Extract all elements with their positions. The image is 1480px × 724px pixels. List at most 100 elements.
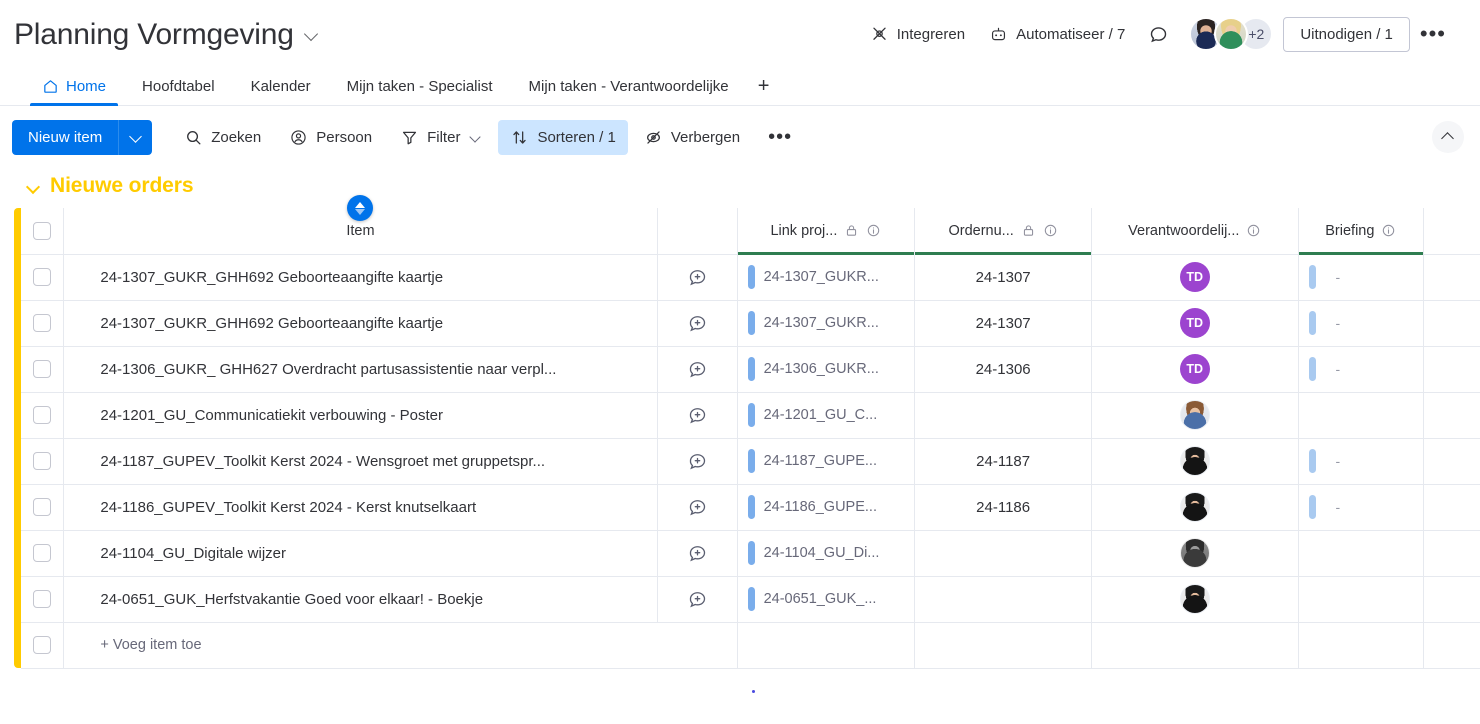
column-header-next-partial[interactable] xyxy=(1424,208,1480,254)
avatar[interactable]: TD xyxy=(1180,308,1210,338)
briefing-cell[interactable]: - xyxy=(1298,254,1424,300)
verantwoordelijke-cell[interactable] xyxy=(1092,392,1298,438)
add-comment-icon[interactable] xyxy=(687,313,708,334)
verantwoordelijke-cell[interactable]: TD xyxy=(1092,346,1298,392)
item-name-cell[interactable]: 24-1104_GU_Digitale wijzer xyxy=(64,530,657,576)
item-name-cell[interactable]: 24-0651_GUK_Herfstvakantie Goed voor elk… xyxy=(64,576,657,622)
briefing-cell[interactable] xyxy=(1298,530,1424,576)
link-pill[interactable] xyxy=(748,357,755,381)
add-view-button[interactable]: + xyxy=(747,68,781,105)
row-checkbox[interactable] xyxy=(33,544,51,562)
link-project-cell[interactable]: 24-1306_GUKR... xyxy=(737,346,915,392)
item-name-cell[interactable]: 24-1307_GUKR_GHH692 Geboorteaangifte kaa… xyxy=(64,254,657,300)
row-select-cell[interactable] xyxy=(21,484,63,530)
automate-button[interactable]: Automatiseer / 7 xyxy=(977,19,1137,50)
filter-button[interactable]: Filter xyxy=(388,120,494,155)
next-column-cell[interactable] xyxy=(1424,346,1480,392)
link-pill[interactable] xyxy=(748,587,755,611)
member-avatars[interactable]: +2 xyxy=(1189,17,1273,51)
table-row[interactable]: 24-1104_GU_Digitale wijzer24-1104_GU_Di.… xyxy=(14,530,1480,576)
ordernummer-cell[interactable] xyxy=(915,530,1092,576)
row-chat-cell[interactable] xyxy=(657,254,737,300)
table-row[interactable]: 24-1306_GUKR_ GHH627 Overdracht partusas… xyxy=(14,346,1480,392)
row-checkbox[interactable] xyxy=(33,452,51,470)
row-chat-cell[interactable] xyxy=(657,438,737,484)
board-title-chevron-down-icon[interactable] xyxy=(304,26,320,42)
add-comment-icon[interactable] xyxy=(687,451,708,472)
row-select-cell[interactable] xyxy=(21,438,63,484)
add-comment-icon[interactable] xyxy=(687,589,708,610)
sort-button[interactable]: Sorteren / 1 xyxy=(498,120,627,155)
ordernummer-cell[interactable]: 24-1186 xyxy=(915,484,1092,530)
row-select-cell[interactable] xyxy=(21,392,63,438)
column-header-ordernummer[interactable]: Ordernu... xyxy=(915,208,1092,254)
column-header-item[interactable]: Item xyxy=(64,208,657,254)
verantwoordelijke-cell[interactable]: TD xyxy=(1092,254,1298,300)
group-title[interactable]: Nieuwe orders xyxy=(50,174,193,198)
row-select-cell[interactable] xyxy=(21,576,63,622)
link-project-cell[interactable]: 24-0651_GUK_... xyxy=(737,576,915,622)
avatar[interactable] xyxy=(1180,538,1210,568)
invite-button[interactable]: Uitnodigen / 1 xyxy=(1283,17,1410,52)
row-checkbox[interactable] xyxy=(33,268,51,286)
ordernummer-cell[interactable]: 24-1187 xyxy=(915,438,1092,484)
group-collapse-chevron-down-icon[interactable] xyxy=(26,179,40,193)
row-checkbox[interactable] xyxy=(33,360,51,378)
briefing-cell[interactable]: - xyxy=(1298,300,1424,346)
verantwoordelijke-cell[interactable] xyxy=(1092,576,1298,622)
ordernummer-cell[interactable]: 24-1307 xyxy=(915,300,1092,346)
sort-indicator-badge[interactable] xyxy=(347,195,373,221)
next-column-cell[interactable] xyxy=(1424,576,1480,622)
person-filter-button[interactable]: Persoon xyxy=(277,120,384,155)
avatar[interactable] xyxy=(1180,584,1210,614)
link-project-cell[interactable]: 24-1187_GUPE... xyxy=(737,438,915,484)
row-checkbox[interactable] xyxy=(33,314,51,332)
info-icon[interactable] xyxy=(866,223,881,238)
link-project-cell[interactable]: 24-1307_GUKR... xyxy=(737,254,915,300)
avatar[interactable] xyxy=(1180,492,1210,522)
table-row[interactable]: 24-1186_GUPEV_Toolkit Kerst 2024 - Kerst… xyxy=(14,484,1480,530)
select-all-checkbox[interactable] xyxy=(33,222,51,240)
row-checkbox[interactable] xyxy=(33,406,51,424)
hide-columns-button[interactable]: Verbergen xyxy=(632,120,752,155)
briefing-pill[interactable] xyxy=(1309,311,1316,335)
row-checkbox[interactable] xyxy=(33,590,51,608)
ordernummer-cell[interactable]: 24-1307 xyxy=(915,254,1092,300)
add-comment-icon[interactable] xyxy=(687,405,708,426)
next-column-cell[interactable] xyxy=(1424,530,1480,576)
board-more-options-button[interactable]: ••• xyxy=(1410,23,1456,45)
briefing-pill[interactable] xyxy=(1309,265,1316,289)
briefing-cell[interactable]: - xyxy=(1298,484,1424,530)
next-column-cell[interactable] xyxy=(1424,438,1480,484)
collapse-toolbar-button[interactable] xyxy=(1432,121,1464,153)
link-pill[interactable] xyxy=(748,449,755,473)
row-select-cell[interactable] xyxy=(21,300,63,346)
search-button[interactable]: Zoeken xyxy=(172,120,273,155)
item-name-cell[interactable]: 24-1306_GUKR_ GHH627 Overdracht partusas… xyxy=(64,346,657,392)
row-checkbox[interactable] xyxy=(33,498,51,516)
tab-home[interactable]: Home xyxy=(24,68,124,105)
avatar[interactable] xyxy=(1180,400,1210,430)
integrate-button[interactable]: Integreren xyxy=(858,19,977,50)
chat-button[interactable] xyxy=(1141,17,1175,51)
info-icon[interactable] xyxy=(1043,223,1058,238)
avatar[interactable]: TD xyxy=(1180,262,1210,292)
tab-kalender[interactable]: Kalender xyxy=(233,68,329,105)
row-select-cell[interactable] xyxy=(21,346,63,392)
item-name-cell[interactable]: 24-1187_GUPEV_Toolkit Kerst 2024 - Wensg… xyxy=(64,438,657,484)
row-chat-cell[interactable] xyxy=(657,300,737,346)
row-chat-cell[interactable] xyxy=(657,346,737,392)
row-chat-cell[interactable] xyxy=(657,392,737,438)
next-column-cell[interactable] xyxy=(1424,484,1480,530)
row-chat-cell[interactable] xyxy=(657,484,737,530)
link-pill[interactable] xyxy=(748,541,755,565)
table-row[interactable]: 24-1187_GUPEV_Toolkit Kerst 2024 - Wensg… xyxy=(14,438,1480,484)
table-row[interactable]: 24-1201_GU_Communicatiekit verbouwing - … xyxy=(14,392,1480,438)
toolbar-more-options-button[interactable]: ••• xyxy=(756,126,804,149)
info-icon[interactable] xyxy=(1381,223,1396,238)
new-item-button[interactable]: Nieuw item xyxy=(12,120,118,155)
briefing-cell[interactable] xyxy=(1298,576,1424,622)
tab-mijn-taken-specialist[interactable]: Mijn taken - Specialist xyxy=(329,68,511,105)
add-item-cell[interactable]: + Voeg item toe xyxy=(64,622,737,668)
next-column-cell[interactable] xyxy=(1424,392,1480,438)
